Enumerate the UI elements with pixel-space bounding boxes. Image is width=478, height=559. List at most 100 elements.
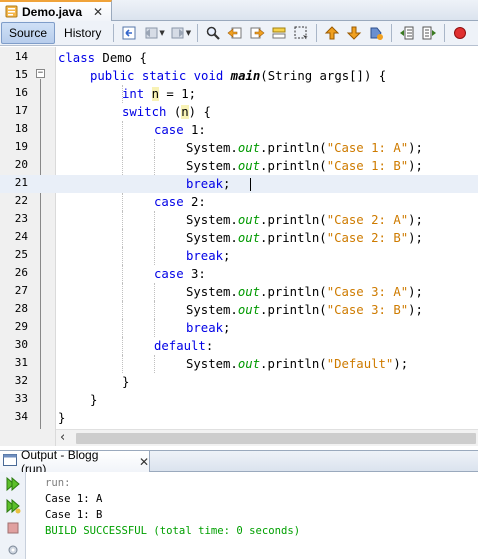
code-line[interactable]: 18 case 1: — [0, 121, 478, 139]
toggle-highlight-button[interactable] — [268, 22, 290, 44]
code-editor[interactable]: − 14 class Demo { 15 public static void … — [0, 47, 478, 433]
rerun-button[interactable] — [3, 474, 23, 494]
code-text: default: — [154, 339, 214, 353]
code-text: int n = 1; — [122, 87, 197, 101]
line-number: 18 — [14, 122, 28, 135]
editor-tab-strip: Demo.java ✕ — [0, 0, 478, 21]
code-text: System.out.println("Case 3: B"); — [186, 303, 423, 317]
find-icon — [206, 26, 220, 40]
code-line[interactable]: 20 System.out.println("Case 1: B"); — [0, 157, 478, 175]
file-tab-label: Demo.java — [22, 4, 83, 19]
line-number: 30 — [14, 338, 28, 351]
code-line[interactable]: 29 break; — [0, 319, 478, 337]
code-line[interactable]: 24 System.out.println("Case 2: B"); — [0, 229, 478, 247]
line-number: 14 — [14, 50, 28, 63]
output-tab[interactable]: Output - Blogg (run) ✕ — [0, 448, 150, 476]
gutter-corner — [0, 429, 56, 446]
find-previous-button[interactable] — [224, 22, 246, 44]
code-line[interactable]: 34 } — [0, 409, 478, 427]
indent-guide — [122, 211, 123, 229]
code-text: break; — [186, 177, 231, 191]
history-view-button[interactable]: History — [56, 22, 109, 44]
code-text: System.out.println("Default"); — [186, 357, 409, 371]
code-text: } — [90, 393, 98, 407]
back-dropdown-icon[interactable]: ▼ — [159, 29, 164, 37]
code-line[interactable]: 15 public static void main(String args[]… — [0, 67, 478, 85]
scrollbar-thumb[interactable] — [76, 433, 476, 444]
indent-guide — [154, 211, 155, 229]
previous-bookmark-button[interactable] — [321, 22, 343, 44]
output-line: Case 1: B — [45, 509, 103, 521]
rect-select-button[interactable] — [290, 22, 312, 44]
code-line[interactable]: 27 System.out.println("Case 3: A"); — [0, 283, 478, 301]
forward-icon — [171, 27, 184, 39]
settings-button[interactable] — [3, 540, 23, 559]
toolbar-separator — [197, 24, 199, 42]
indent-guide — [122, 247, 123, 265]
forward-dropdown-icon[interactable]: ▼ — [186, 29, 191, 37]
code-line[interactable]: 32 } — [0, 373, 478, 391]
toggle-bookmark-button[interactable] — [365, 22, 387, 44]
code-text: class Demo { — [58, 51, 147, 65]
output-console[interactable]: run: Case 1: A Case 1: B BUILD SUCCESSFU… — [26, 472, 478, 559]
output-line: run: — [45, 477, 71, 489]
file-tab-demo-java[interactable]: Demo.java ✕ — [0, 0, 112, 21]
close-output-icon[interactable]: ✕ — [139, 455, 149, 469]
source-view-button[interactable]: Source — [1, 22, 56, 44]
code-line[interactable]: 28 System.out.println("Case 3: B"); — [0, 301, 478, 319]
code-text: public static void main(String args[]) { — [90, 69, 387, 83]
code-text: break; — [186, 321, 231, 335]
rerun-with-params-button[interactable] — [3, 496, 23, 516]
indent-guide — [154, 319, 155, 337]
code-line[interactable]: 22 case 2: — [0, 193, 478, 211]
code-text: break; — [186, 249, 231, 263]
find-button[interactable] — [202, 22, 224, 44]
code-line[interactable]: 26 case 3: — [0, 265, 478, 283]
indent-guide — [122, 355, 123, 373]
last-edit-button[interactable] — [118, 22, 140, 44]
rerun-icon — [6, 476, 20, 492]
stop-button[interactable] — [3, 518, 23, 538]
code-text: System.out.println("Case 2: B"); — [186, 231, 423, 245]
find-next-button[interactable] — [246, 22, 268, 44]
previous-bookmark-icon — [324, 26, 340, 40]
code-line[interactable]: 17 switch (n) { — [0, 103, 478, 121]
indent-guide — [122, 193, 123, 211]
line-number: 29 — [14, 320, 28, 333]
rerun-params-icon — [6, 498, 21, 514]
line-number: 15 — [14, 68, 28, 81]
next-bookmark-icon — [346, 26, 362, 40]
indent-guide — [122, 157, 123, 175]
code-text: } — [122, 375, 130, 389]
toolbar-separator — [444, 24, 446, 42]
line-number: 34 — [14, 410, 28, 423]
code-text: System.out.println("Case 2: A"); — [186, 213, 423, 227]
horizontal-scrollbar[interactable]: ‹ — [56, 429, 478, 446]
code-line[interactable]: 16 int n = 1; — [0, 85, 478, 103]
code-line[interactable]: 19 System.out.println("Case 1: A"); — [0, 139, 478, 157]
find-next-icon — [250, 27, 265, 39]
code-line[interactable]: 23 System.out.println("Case 2: A"); — [0, 211, 478, 229]
indent-guide — [122, 265, 123, 283]
shift-right-button[interactable] — [418, 22, 440, 44]
code-line[interactable]: 31 System.out.println("Default"); — [0, 355, 478, 373]
line-number: 31 — [14, 356, 28, 369]
scroll-left-icon[interactable]: ‹ — [60, 430, 65, 446]
shift-left-button[interactable] — [396, 22, 418, 44]
line-number: 20 — [14, 158, 28, 171]
code-text: case 1: — [154, 123, 206, 137]
code-line[interactable]: 30 default: — [0, 337, 478, 355]
next-bookmark-button[interactable] — [343, 22, 365, 44]
indent-guide — [154, 283, 155, 301]
code-line[interactable]: 25 break; — [0, 247, 478, 265]
indent-guide — [122, 121, 123, 139]
code-text: } — [58, 411, 66, 425]
output-line: Case 1: A — [45, 493, 103, 505]
close-tab-icon[interactable]: ✕ — [93, 5, 103, 19]
stop-macro-button[interactable] — [449, 22, 471, 44]
line-number: 33 — [14, 392, 28, 405]
code-line[interactable]: 33 } — [0, 391, 478, 409]
code-line-current[interactable]: 21 break; — [0, 175, 478, 193]
code-line[interactable]: 14 class Demo { — [0, 49, 478, 67]
shift-right-icon — [422, 26, 437, 40]
